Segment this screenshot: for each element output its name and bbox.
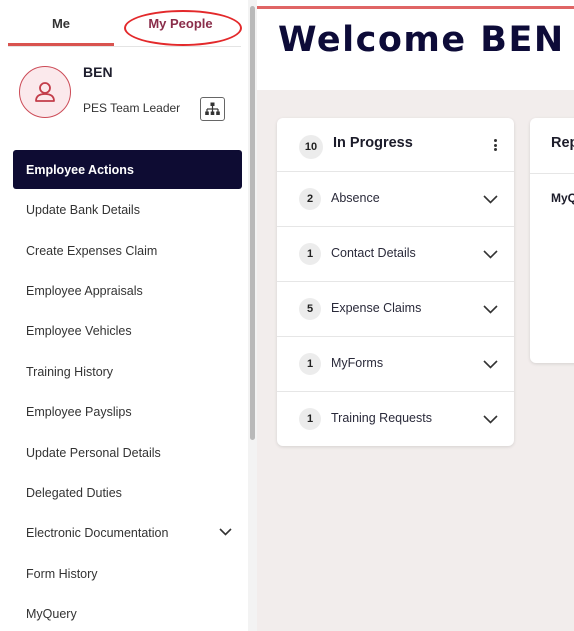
page-title: Welcome BEN (278, 20, 565, 60)
row-label: Absence (331, 191, 380, 205)
in-progress-row-training-requests[interactable]: 1 Training Requests (277, 392, 514, 447)
sidebar-item-electronic-documentation[interactable]: Electronic Documentation (13, 514, 242, 552)
in-progress-row-contact-details[interactable]: 1 Contact Details (277, 227, 514, 282)
in-progress-card: 10 In Progress 2 Absence 1 Contact Detai… (277, 118, 514, 446)
in-progress-row-absence[interactable]: 2 Absence (277, 172, 514, 227)
sidebar-item-label: Update Personal Details (26, 446, 161, 460)
sidebar-item-employee-vehicles[interactable]: Employee Vehicles (13, 312, 242, 350)
sidebar-item-create-expenses-claim[interactable]: Create Expenses Claim (13, 232, 242, 270)
sidebar-item-label: Create Expenses Claim (26, 244, 158, 258)
tab-me[interactable]: Me (8, 0, 114, 46)
row-label: Contact Details (331, 246, 416, 260)
chevron-down-icon (483, 415, 498, 424)
annotation-circle (124, 10, 242, 46)
sidebar-item-label: Delegated Duties (26, 486, 122, 500)
sidebar-item-myquery[interactable]: MyQuery (13, 595, 242, 631)
sidebar-item-update-personal-details[interactable]: Update Personal Details (13, 434, 242, 472)
tab-me-label: Me (51, 15, 71, 31)
row-count-badge: 2 (299, 188, 321, 210)
in-progress-header: 10 In Progress (277, 118, 514, 172)
reports-card-subtitle: MyQ (551, 191, 574, 205)
reports-card-divider (530, 173, 574, 174)
sidebar-item-label: Update Bank Details (26, 203, 140, 217)
row-count-badge: 1 (299, 243, 321, 265)
sidebar-item-employee-actions[interactable]: Employee Actions (13, 150, 242, 189)
sidebar-item-update-bank-details[interactable]: Update Bank Details (13, 191, 242, 229)
row-count-badge: 1 (299, 353, 321, 375)
sidebar-item-label: Employee Payslips (26, 405, 132, 419)
row-label: Training Requests (331, 411, 432, 425)
sidebar-item-form-history[interactable]: Form History (13, 555, 242, 593)
chevron-down-icon (483, 250, 498, 259)
user-icon (35, 82, 55, 102)
sidebar-item-employee-appraisals[interactable]: Employee Appraisals (13, 272, 242, 310)
chevron-down-icon (219, 528, 232, 536)
sidebar-item-delegated-duties[interactable]: Delegated Duties (13, 474, 242, 512)
in-progress-title: In Progress (333, 135, 413, 151)
tabs-divider (8, 46, 241, 47)
reports-card: Rep MyQ (530, 118, 574, 363)
chevron-down-icon (483, 360, 498, 369)
in-progress-row-myforms[interactable]: 1 MyForms (277, 337, 514, 392)
sidebar-item-label: Electronic Documentation (26, 526, 169, 540)
user-name: BEN (83, 64, 113, 80)
chevron-down-icon (483, 195, 498, 204)
sidebar-item-label: Training History (26, 365, 114, 379)
reports-card-title: Rep (551, 135, 574, 151)
chevron-down-icon (483, 305, 498, 314)
in-progress-row-expense-claims[interactable]: 5 Expense Claims (277, 282, 514, 337)
org-chart-button[interactable] (200, 97, 225, 121)
row-label: MyForms (331, 356, 384, 370)
user-role: PES Team Leader (83, 101, 181, 115)
sidebar-item-training-history[interactable]: Training History (13, 353, 242, 391)
sidebar-item-label: Employee Vehicles (26, 324, 132, 338)
row-label: Expense Claims (331, 301, 422, 315)
sidebar-item-label: Employee Actions (26, 162, 134, 177)
sidebar-item-label: Employee Appraisals (26, 284, 143, 298)
avatar (19, 66, 71, 118)
more-vertical-icon[interactable] (490, 134, 500, 156)
in-progress-count-badge: 10 (299, 135, 323, 159)
sidebar: Me My People BEN PES Team Leader Employe… (0, 0, 248, 631)
sidebar-scrollbar-thumb[interactable] (250, 6, 255, 440)
sidebar-item-label: Form History (26, 567, 98, 581)
sidebar-item-label: MyQuery (26, 607, 77, 621)
row-count-badge: 5 (299, 298, 321, 320)
row-count-badge: 1 (299, 408, 321, 430)
header-accent-bar (257, 6, 574, 9)
org-chart-icon (205, 102, 220, 115)
sidebar-item-employee-payslips[interactable]: Employee Payslips (13, 393, 242, 431)
